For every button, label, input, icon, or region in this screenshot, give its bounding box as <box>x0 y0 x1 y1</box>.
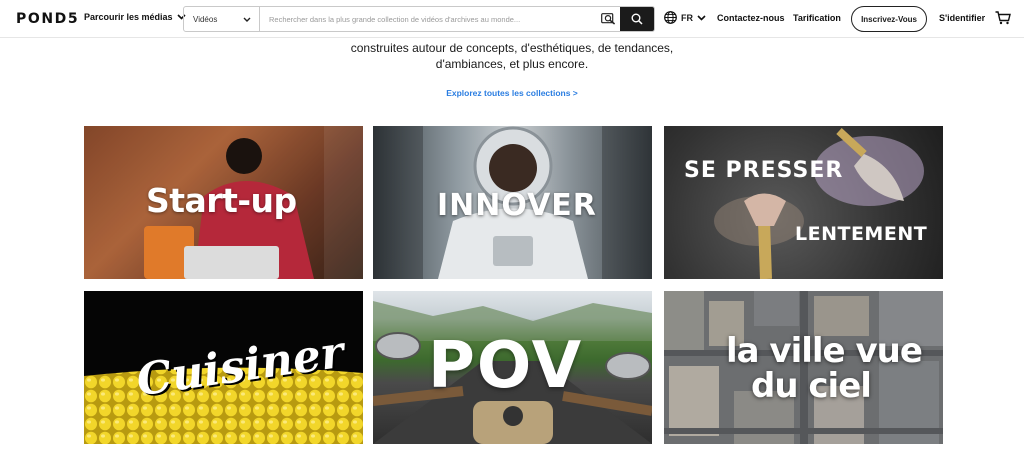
contact-link[interactable]: Contactez-nous <box>717 13 785 23</box>
intro-line-2: d'ambiances, et plus encore. <box>435 57 589 71</box>
chevron-down-icon <box>243 17 251 22</box>
tile-title: Start-up <box>146 181 297 220</box>
search-icon <box>631 13 643 25</box>
media-type-select[interactable]: Vidéos <box>184 7 260 31</box>
collection-tile-startup[interactable]: Start-up <box>84 126 363 279</box>
signup-button[interactable]: Inscrivez-Vous <box>851 6 927 32</box>
pond5-logo[interactable]: POND5 <box>16 11 79 27</box>
visual-search-button[interactable] <box>596 7 620 31</box>
collection-tile-la-ville-vue-du-ciel[interactable]: la ville vue du ciel <box>664 291 943 444</box>
globe-icon <box>664 11 677 24</box>
collections-intro-text: construites autour de concepts, d'esthét… <box>0 40 1024 72</box>
tile-title: INNOVER <box>437 188 597 223</box>
tile-title-line-1: la ville vue <box>726 331 923 371</box>
collection-tile-innover[interactable]: INNOVER <box>373 126 652 279</box>
top-navigation-bar: POND5 Parcourir les médias Vidéos Recher… <box>0 0 1024 38</box>
login-link[interactable]: S'identifier <box>939 13 985 23</box>
search-input[interactable] <box>260 7 596 31</box>
collection-tile-pov[interactable]: POV <box>373 291 652 444</box>
intro-line-1: construites autour de concepts, d'esthét… <box>350 41 674 55</box>
visual-search-icon <box>600 13 615 25</box>
search-bar: Vidéos <box>183 6 655 32</box>
tile-title-line-2: du ciel <box>751 366 872 406</box>
browse-media-menu[interactable]: Parcourir les médias <box>84 12 186 22</box>
browse-media-label: Parcourir les médias <box>84 12 173 22</box>
tile-title: POV <box>428 329 584 403</box>
language-code: FR <box>681 12 693 23</box>
media-type-value: Vidéos <box>193 14 218 24</box>
collection-tile-cuisiner[interactable]: Cuisiner <box>84 291 363 444</box>
tile-title-line-2: LENTEMENT <box>795 223 928 245</box>
makeup-brush-thumbnail-art <box>714 128 924 279</box>
explore-all-collections-link[interactable]: Explorez toutes les collections > <box>0 88 1024 98</box>
chevron-down-icon <box>697 14 706 21</box>
language-selector[interactable]: FR <box>664 11 706 24</box>
cart-icon[interactable] <box>995 11 1011 25</box>
pricing-link[interactable]: Tarification <box>793 13 841 23</box>
collection-tile-se-presser-lentement[interactable]: SE PRESSER LENTEMENT <box>664 126 943 279</box>
search-submit-button[interactable] <box>620 7 654 31</box>
tile-title-line-1: SE PRESSER <box>684 158 844 183</box>
